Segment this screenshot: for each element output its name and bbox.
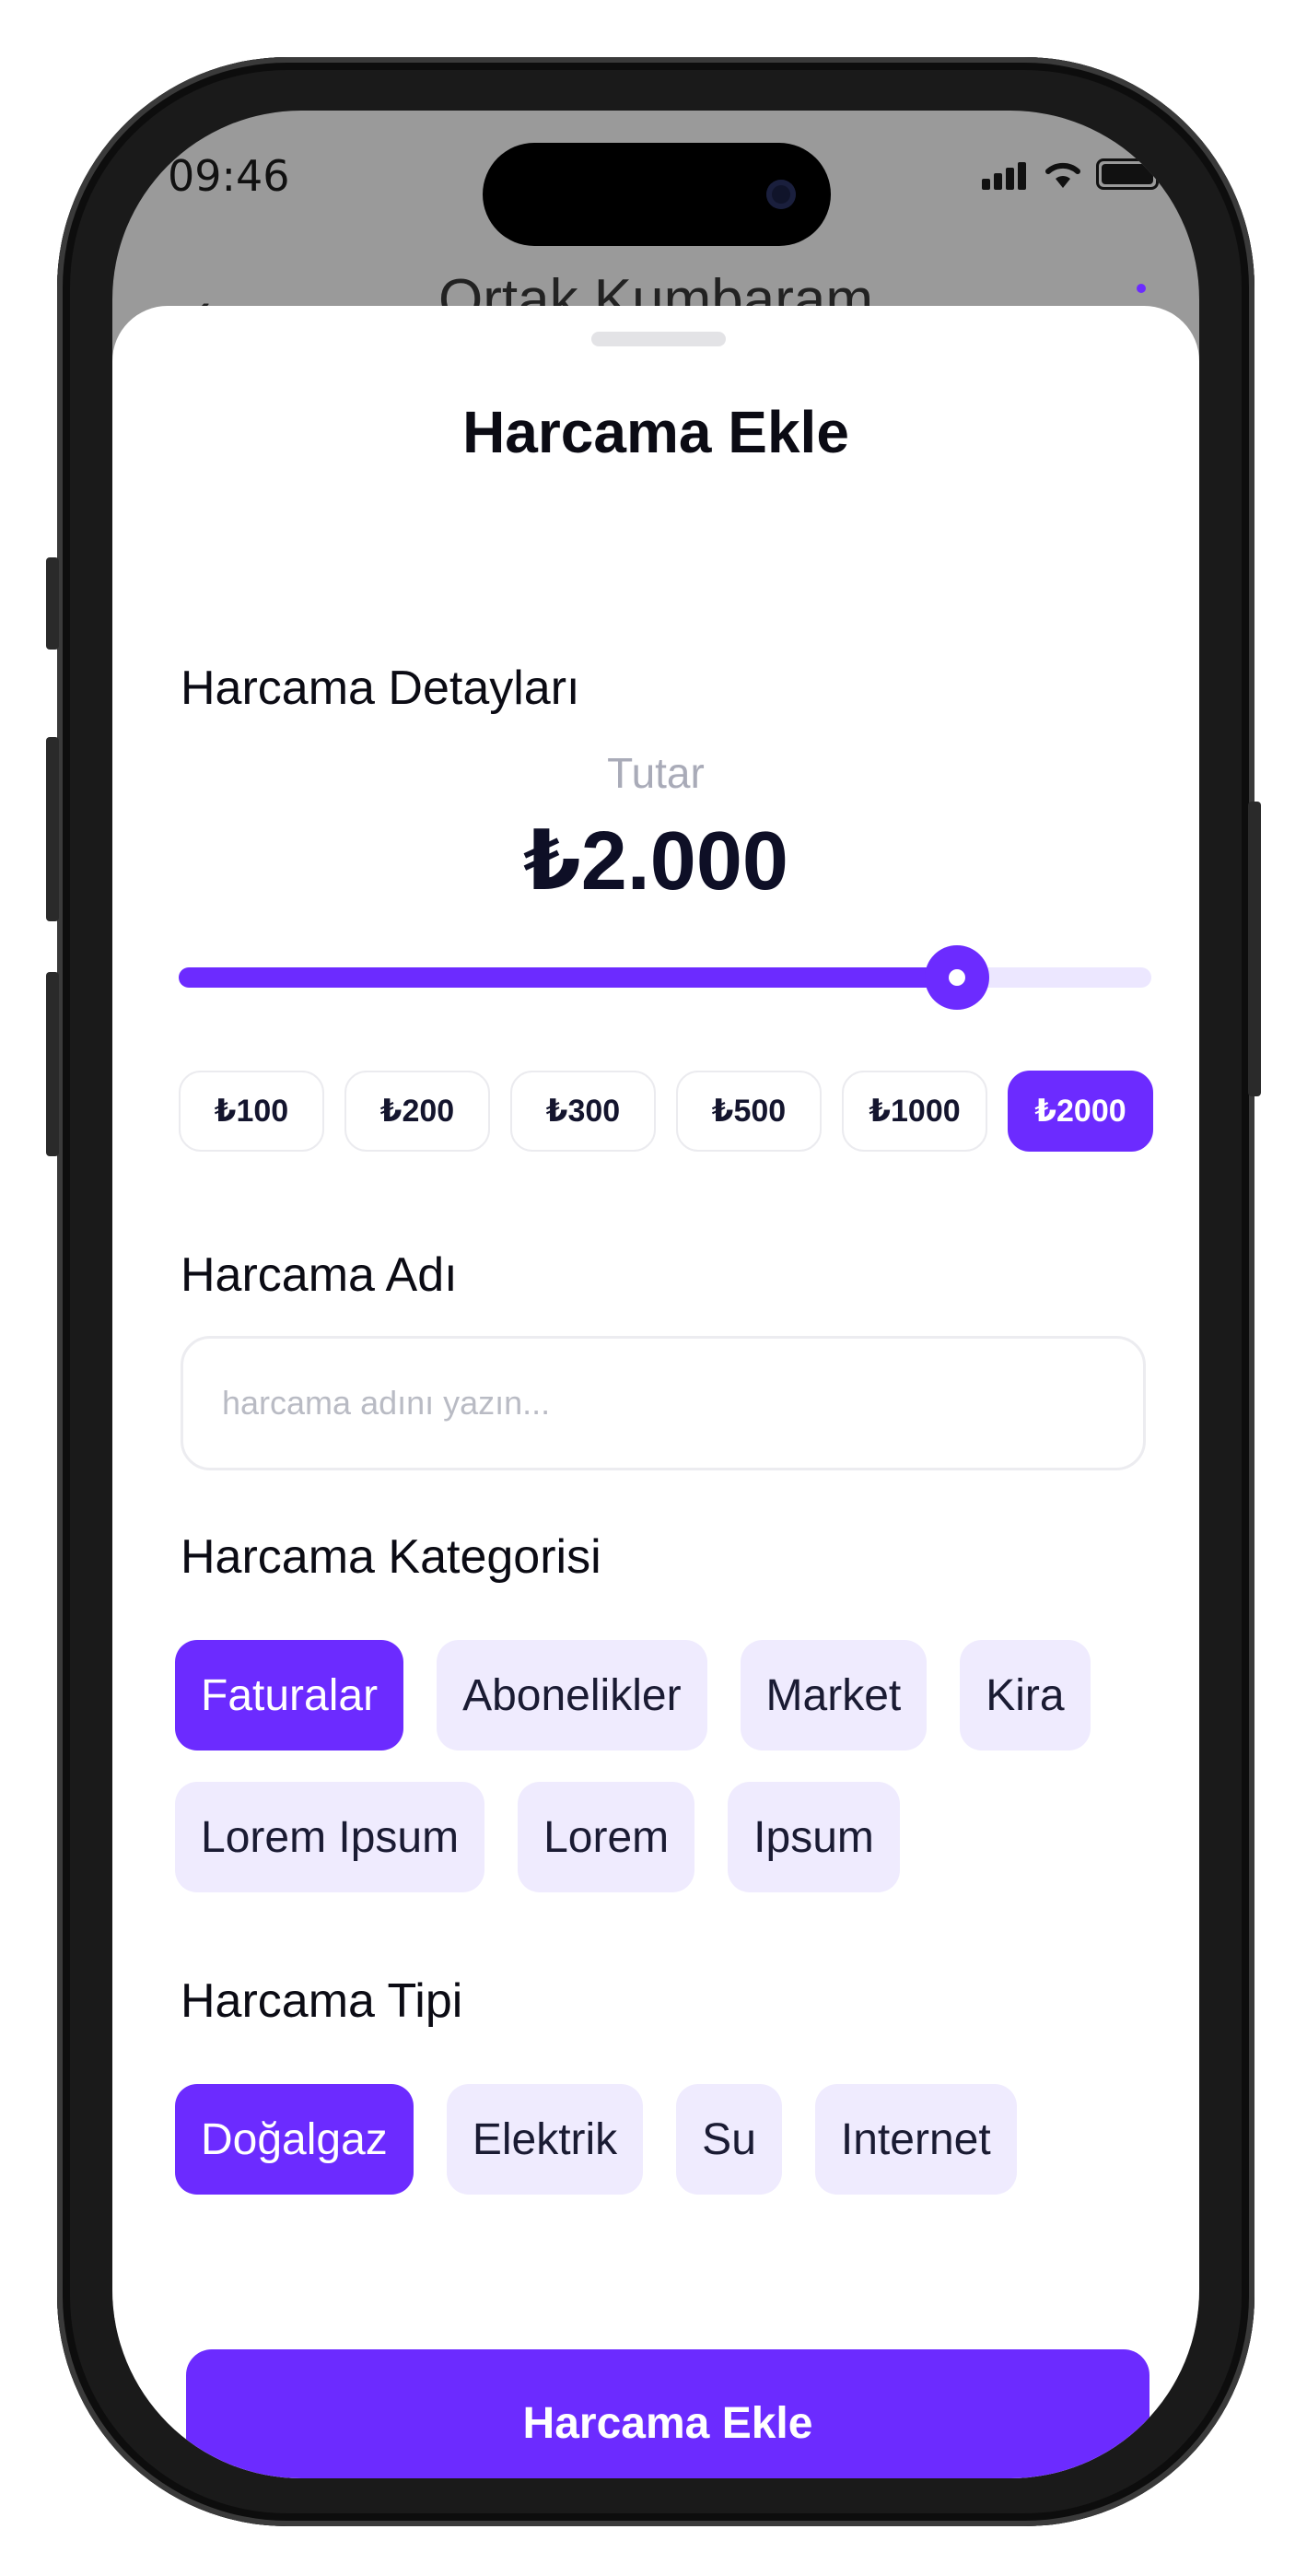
amount-value: ₺2.000 <box>523 815 788 907</box>
category-chip[interactable]: Kira <box>960 1640 1091 1751</box>
amount-presets: ₺100 ₺200 ₺300 ₺500 ₺1000 ₺2000 <box>179 1071 1153 1152</box>
amount-preset-button[interactable]: ₺300 <box>510 1071 656 1152</box>
add-expense-button[interactable]: Harcama Ekle <box>186 2349 1149 2478</box>
add-expense-sheet: Harcama Ekle Harcama Detayları Tutar ₺2.… <box>112 306 1199 2478</box>
power-button <box>1248 802 1261 1096</box>
name-section-title: Harcama Adı <box>181 1248 458 1302</box>
sheet-title: Harcama Ekle <box>462 399 849 465</box>
cellular-signal-icon <box>982 160 1030 190</box>
more-vertical-icon[interactable] <box>1137 284 1146 293</box>
category-chip[interactable]: Lorem Ipsum <box>175 1782 485 1892</box>
status-time: 09:46 <box>168 151 290 201</box>
type-chip[interactable]: Doğalgaz <box>175 2084 414 2195</box>
action-button <box>46 557 59 650</box>
details-section-title: Harcama Detayları <box>181 662 580 715</box>
amount-preset-button[interactable]: ₺200 <box>344 1071 490 1152</box>
category-chip[interactable]: Faturalar <box>175 1640 404 1751</box>
category-chip[interactable]: Market <box>740 1640 928 1751</box>
amount-label: Tutar <box>607 749 705 797</box>
volume-down-button <box>46 972 59 1156</box>
category-chip-row: Lorem Ipsum Lorem Ipsum <box>175 1782 900 1892</box>
type-chip-row: Doğalgaz Elektrik Su Internet <box>175 2084 1017 2195</box>
wifi-icon <box>1045 162 1080 188</box>
amount-slider-fill <box>179 967 957 988</box>
front-camera-icon <box>766 180 796 209</box>
category-chip[interactable]: Abonelikler <box>437 1640 707 1751</box>
amount-slider[interactable] <box>179 945 1151 1010</box>
category-chip[interactable]: Ipsum <box>728 1782 900 1892</box>
battery-icon <box>1096 158 1159 190</box>
category-chip-row: Faturalar Abonelikler Market Kira <box>175 1640 1091 1751</box>
type-section-title: Harcama Tipi <box>181 1974 463 2028</box>
status-icons <box>982 158 1159 190</box>
sheet-grabber[interactable] <box>591 332 726 346</box>
phone-screen: 09:46 ‹ Ortak Kumbaram Harcama Ekle Harc… <box>112 111 1199 2478</box>
type-chip[interactable]: Internet <box>814 2084 1017 2195</box>
amount-preset-button[interactable]: ₺2000 <box>1008 1071 1153 1152</box>
category-section-title: Harcama Kategorisi <box>181 1530 601 1584</box>
type-chip[interactable]: Su <box>676 2084 782 2195</box>
amount-preset-button[interactable]: ₺1000 <box>842 1071 987 1152</box>
dynamic-island <box>483 143 831 246</box>
type-chip[interactable]: Elektrik <box>446 2084 644 2195</box>
amount-preset-button[interactable]: ₺500 <box>676 1071 822 1152</box>
volume-up-button <box>46 737 59 921</box>
amount-slider-thumb[interactable] <box>924 945 989 1010</box>
category-chip[interactable]: Lorem <box>518 1782 695 1892</box>
amount-preset-button[interactable]: ₺100 <box>179 1071 324 1152</box>
expense-name-input[interactable] <box>181 1336 1146 1470</box>
